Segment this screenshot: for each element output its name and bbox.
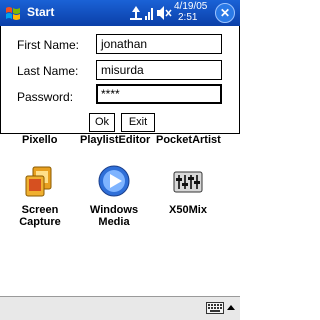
password-label: Password: <box>17 90 74 104</box>
app-label-pocketartist[interactable]: PocketArtist <box>156 134 221 146</box>
date-text: 4/19/05 <box>174 1 208 12</box>
first-name-label: First Name: <box>17 38 80 52</box>
screen-capture-icon <box>25 166 52 197</box>
app-name-line2: Capture <box>19 216 61 228</box>
clock[interactable]: 4/19/05 2:51 <box>174 1 208 23</box>
connectivity-icon[interactable] <box>129 4 143 22</box>
time-text: 2:51 <box>178 12 198 23</box>
windows-start-icon[interactable] <box>4 4 22 22</box>
login-dialog: First Name: jonathan Last Name: misurda … <box>0 26 240 134</box>
signal-icon[interactable] <box>144 4 154 22</box>
window-title[interactable]: Start <box>27 5 54 19</box>
last-name-field[interactable]: misurda <box>96 60 222 80</box>
app-label-playlisteditor[interactable]: PlaylistEditor <box>80 134 150 146</box>
chevron-up-icon[interactable] <box>227 304 235 312</box>
app-label-pixello[interactable]: Pixello <box>22 134 57 146</box>
password-field[interactable]: **** <box>96 84 222 104</box>
speaker-muted-icon[interactable] <box>156 4 172 22</box>
command-bar <box>0 296 240 320</box>
app-name-line1: Windows <box>89 204 139 216</box>
windows-media-icon <box>98 165 130 197</box>
app-name-line2: Media <box>98 216 130 228</box>
app-windows-media[interactable]: Windows Media <box>79 164 149 228</box>
keyboard-icon[interactable] <box>206 302 224 314</box>
close-icon: ✕ <box>219 6 231 20</box>
app-screen-capture[interactable]: Screen Capture <box>5 164 75 228</box>
app-name-line1: X50Mix <box>169 204 207 216</box>
first-name-field[interactable]: jonathan <box>96 34 222 54</box>
app-name-line1: Screen <box>21 204 59 216</box>
exit-button[interactable]: Exit <box>121 113 155 132</box>
last-name-label: Last Name: <box>17 64 79 78</box>
x50mix-icon <box>173 171 203 193</box>
app-x50mix[interactable]: X50Mix <box>153 164 223 216</box>
close-button[interactable]: ✕ <box>215 3 235 23</box>
ok-button[interactable]: Ok <box>89 113 115 132</box>
title-bar: Start 4/19/05 2:51 ✕ <box>0 0 240 26</box>
